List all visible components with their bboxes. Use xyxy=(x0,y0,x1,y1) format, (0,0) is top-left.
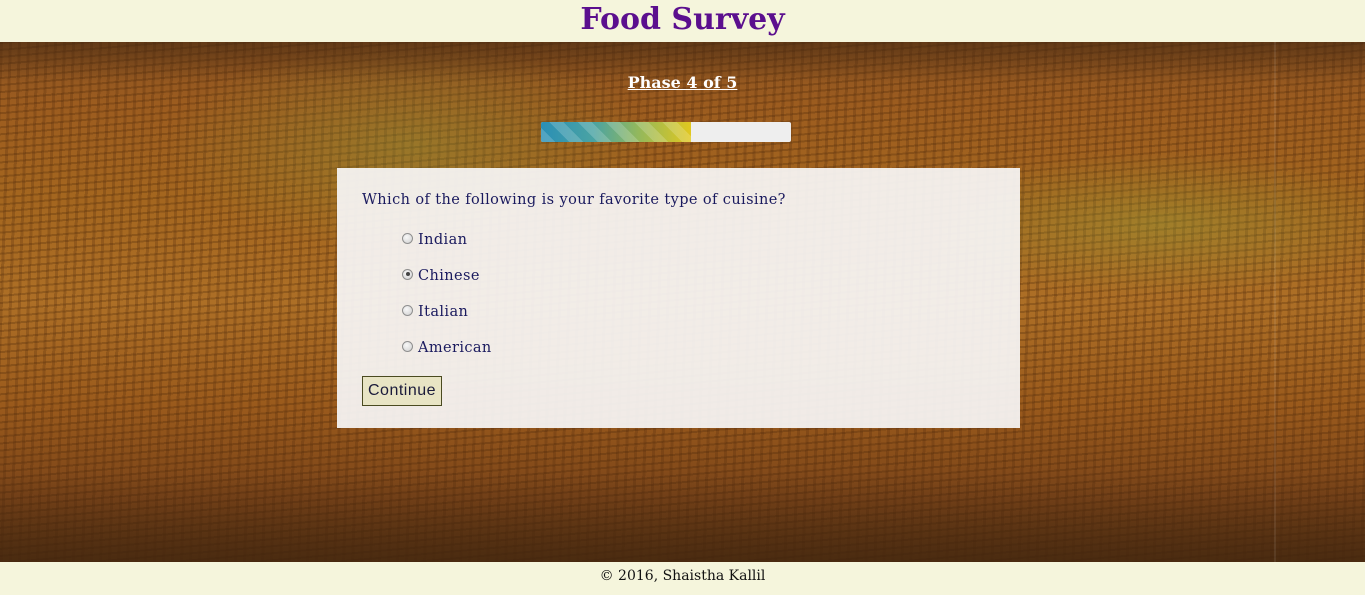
radio-button[interactable] xyxy=(402,268,413,280)
option-american[interactable]: American xyxy=(402,330,995,366)
option-label[interactable]: Indian xyxy=(418,232,467,248)
radio-button[interactable] xyxy=(402,340,413,352)
page-header: Food Survey xyxy=(0,0,1365,42)
option-label[interactable]: American xyxy=(418,340,492,356)
progress-bar-fill xyxy=(541,122,691,142)
question-text: Which of the following is your favorite … xyxy=(362,192,786,208)
option-italian[interactable]: Italian xyxy=(402,294,995,330)
progress-bar xyxy=(541,122,791,142)
phase-indicator: Phase 4 of 5 xyxy=(627,73,738,92)
radio-button[interactable] xyxy=(402,232,413,244)
option-label[interactable]: Chinese xyxy=(418,268,480,284)
image-seam xyxy=(1274,42,1276,562)
option-indian[interactable]: Indian xyxy=(402,222,995,258)
continue-button[interactable]: Continue xyxy=(362,376,443,406)
option-chinese[interactable]: Chinese xyxy=(402,258,995,294)
question-card: Which of the following is your favorite … xyxy=(337,168,1020,428)
copyright-text: © 2016, Shaistha Kallil xyxy=(599,568,766,584)
page-title: Food Survey xyxy=(580,2,785,37)
field-shadow-bottom xyxy=(0,472,1365,562)
radio-button[interactable] xyxy=(402,304,413,316)
page-footer: © 2016, Shaistha Kallil xyxy=(0,562,1365,595)
option-label[interactable]: Italian xyxy=(418,304,468,320)
